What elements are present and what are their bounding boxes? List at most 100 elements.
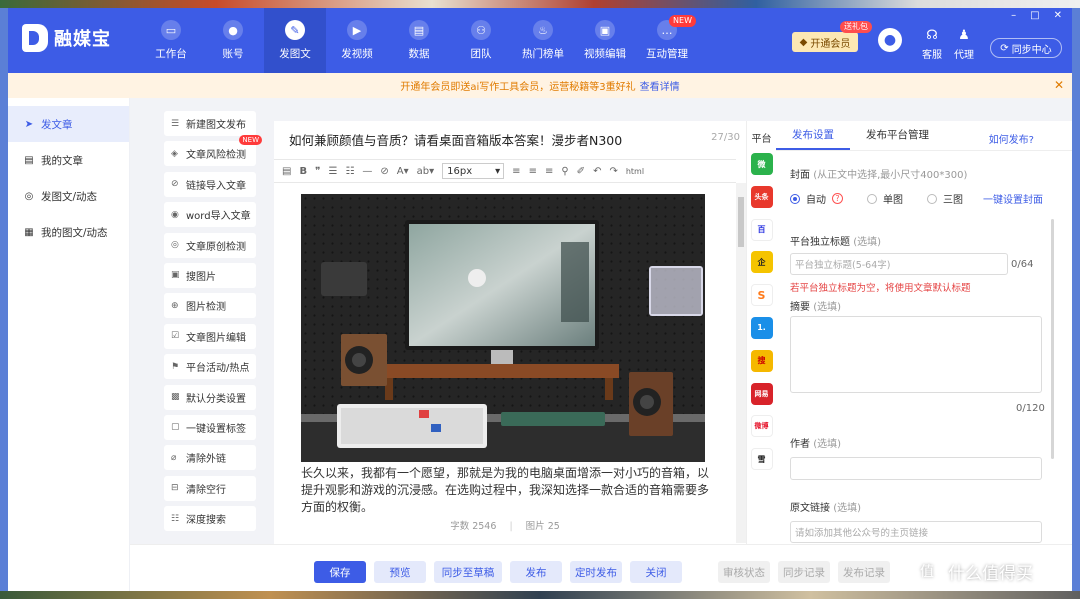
set-cover-link[interactable]: 一键设置封面 [983, 191, 1043, 206]
minimize-icon[interactable]: – [1011, 10, 1016, 21]
notice-link[interactable]: 查看详情 [640, 78, 680, 93]
ul-icon[interactable]: ☷ [345, 166, 354, 177]
help-icon[interactable]: ? [832, 193, 843, 204]
source-link-input[interactable]: 请如添加其他公众号的主页链接 [790, 521, 1042, 543]
sync-center-button[interactable]: ⟳ 同步中心 [990, 38, 1062, 58]
toutiao-icon[interactable]: 头条 [750, 185, 773, 208]
cover-single-radio[interactable] [867, 193, 877, 204]
sync-draft-button[interactable]: 同步至草稿 [434, 561, 502, 583]
align-center-icon[interactable]: ≡ [529, 166, 537, 177]
weibo-icon[interactable]: 微博 [750, 415, 773, 438]
scrollbar-thumb[interactable] [738, 197, 744, 247]
tool-new-article[interactable]: ☰ 新建图文发布 [164, 111, 256, 136]
font-size-select[interactable]: 16px ▾ [442, 163, 505, 179]
sidebar-item-my-articles[interactable]: ▤ 我的文章 [8, 142, 129, 178]
sync-record-button[interactable]: 同步记录 [778, 561, 830, 583]
baidu-icon[interactable]: 百 [750, 218, 773, 241]
format-brush-icon[interactable]: ✐ [577, 166, 585, 177]
nav-hot-list[interactable]: ♨ 热门榜单 [512, 8, 574, 73]
html-icon[interactable]: html [626, 167, 644, 176]
window-controls: – □ ✕ [1011, 10, 1062, 21]
tool-image-edit[interactable]: ☑ 文章图片编辑 [164, 323, 256, 349]
review-status-button[interactable]: 审核状态 [718, 561, 770, 583]
tool-search-images[interactable]: ▣ 搜图片 [164, 262, 256, 288]
penguin-icon[interactable]: 企 [750, 251, 773, 274]
save-button[interactable]: 保存 [314, 561, 366, 583]
tool-original-check[interactable]: ◎ 文章原创检测 [164, 232, 256, 258]
tool-clear-blank-lines[interactable]: ⊟ 清除空行 [164, 475, 256, 501]
cover-auto-radio[interactable] [790, 193, 800, 204]
agent-link[interactable]: ♟ 代理 [954, 28, 974, 61]
quote-icon[interactable]: ❞ [315, 166, 320, 177]
article-body[interactable]: 长久以来，我都有一个愿望，那就是为我的电脑桌面增添一对小巧的音箱，以提升观影和游… [301, 465, 713, 516]
nav-team[interactable]: ⚇ 团队 [450, 8, 512, 73]
souhu-news-icon[interactable]: 搜 [750, 349, 773, 372]
platform-title-input[interactable]: 平台独立标题(5-64字) [790, 253, 1008, 275]
font-color-icon[interactable]: A▾ [397, 166, 409, 177]
align-right-icon[interactable]: ≡ [545, 166, 553, 177]
sidebar-item-publish-post[interactable]: ◎ 发图文/动态 [8, 178, 129, 214]
desk-setup-image [301, 194, 705, 462]
schedule-publish-button[interactable]: 定时发布 [570, 561, 622, 583]
tool-deep-search[interactable]: ☷ 深度搜索 [164, 506, 256, 532]
redo-icon[interactable]: ↷ [609, 166, 617, 177]
publish-record-button[interactable]: 发布记录 [838, 561, 890, 583]
tool-risk-check[interactable]: ◈ 文章风险检测 NEW [164, 135, 262, 167]
tab-publish-settings[interactable]: 发布设置 [776, 127, 850, 150]
user-avatar[interactable]: ● [878, 28, 902, 52]
close-icon[interactable]: ✕ [1054, 10, 1062, 21]
ol-icon[interactable]: ☰ [328, 166, 337, 177]
tool-link-import[interactable]: ⊘ 链接导入文章 [164, 171, 256, 197]
hr-icon[interactable]: — [362, 166, 372, 177]
vip-button[interactable]: ◆ 开通会员 [792, 32, 858, 52]
nav-publish-article[interactable]: ✎ 发图文 [264, 8, 326, 73]
author-input[interactable] [790, 457, 1042, 480]
tool-label: 默认分类设置 [186, 393, 246, 405]
align-left-icon[interactable]: ≡ [512, 166, 520, 177]
article-image[interactable] [301, 194, 705, 462]
nav-publish-video[interactable]: ▶ 发视频 [326, 8, 388, 73]
one-icon[interactable]: 1. [750, 316, 773, 339]
sidebar-item-my-posts[interactable]: ▦ 我的图文/动态 [8, 214, 129, 250]
bg-color-icon[interactable]: ab▾ [417, 166, 435, 177]
nav-data[interactable]: ▤ 数据 [388, 8, 450, 73]
preview-button[interactable]: 预览 [374, 561, 426, 583]
tool-word-import[interactable]: ◉ word导入文章 [164, 202, 256, 228]
how-to-publish-link[interactable]: 如何发布? [989, 131, 1034, 146]
tool-default-category[interactable]: ▩ 默认分类设置 [164, 384, 256, 410]
article-title-input[interactable]: 如何兼顾颜值与音质？请看桌面音箱版本答案！漫步者N300 [289, 130, 622, 149]
sidebar-item-publish-article[interactable]: ➤ 发文章 [8, 106, 129, 142]
maximize-icon[interactable]: □ [1030, 10, 1039, 21]
nav-video-edit[interactable]: ▣ 视频编辑 [574, 8, 636, 73]
tool-label: 文章图片编辑 [186, 332, 246, 344]
settings-scrollbar[interactable] [1051, 219, 1054, 459]
find-icon[interactable]: ⚲ [561, 166, 568, 177]
tool-platform-events[interactable]: ⚑ 平台活动/热点 [164, 354, 256, 380]
tab-platform-management[interactable]: 发布平台管理 [850, 127, 945, 150]
platform-icon-label: 企 [757, 257, 766, 267]
support-link[interactable]: ☊ 客服 [922, 28, 942, 61]
summary-textarea[interactable] [790, 316, 1042, 393]
xueqiu-icon[interactable]: 雪 [750, 448, 773, 471]
close-icon[interactable]: ✕ [1054, 78, 1064, 92]
bold-icon[interactable]: B [299, 166, 307, 177]
nav-interaction[interactable]: … 互动管理 NEW [636, 8, 698, 73]
nav-accounts[interactable]: ● 账号 [202, 8, 264, 73]
wechat-icon[interactable]: 微 [750, 153, 773, 175]
netease-icon[interactable]: 网易 [750, 382, 773, 405]
sohu-icon[interactable]: S [750, 284, 773, 307]
undo-icon[interactable]: ↶ [593, 166, 601, 177]
source-icon[interactable]: ▤ [282, 166, 291, 177]
editor-scrollbar[interactable] [736, 183, 746, 543]
nav-workbench[interactable]: ▭ 工作台 [140, 8, 202, 73]
close-editor-button[interactable]: 关闭 [630, 561, 682, 583]
link-icon[interactable]: ⊘ [380, 166, 388, 177]
cover-hint: (从正文中选择,最小尺寸400*300) [813, 170, 968, 181]
tool-image-check[interactable]: ⊕ 图片检测 [164, 293, 256, 319]
tool-clear-links[interactable]: ⌀ 清除外链 [164, 445, 256, 471]
tool-set-tags[interactable]: ▢ 一键设置标签 [164, 414, 256, 440]
cover-triple-radio[interactable] [927, 193, 937, 204]
app-logo[interactable]: 融媒宝 [22, 24, 111, 52]
new-badge: NEW [239, 135, 262, 146]
publish-button[interactable]: 发布 [510, 561, 562, 583]
